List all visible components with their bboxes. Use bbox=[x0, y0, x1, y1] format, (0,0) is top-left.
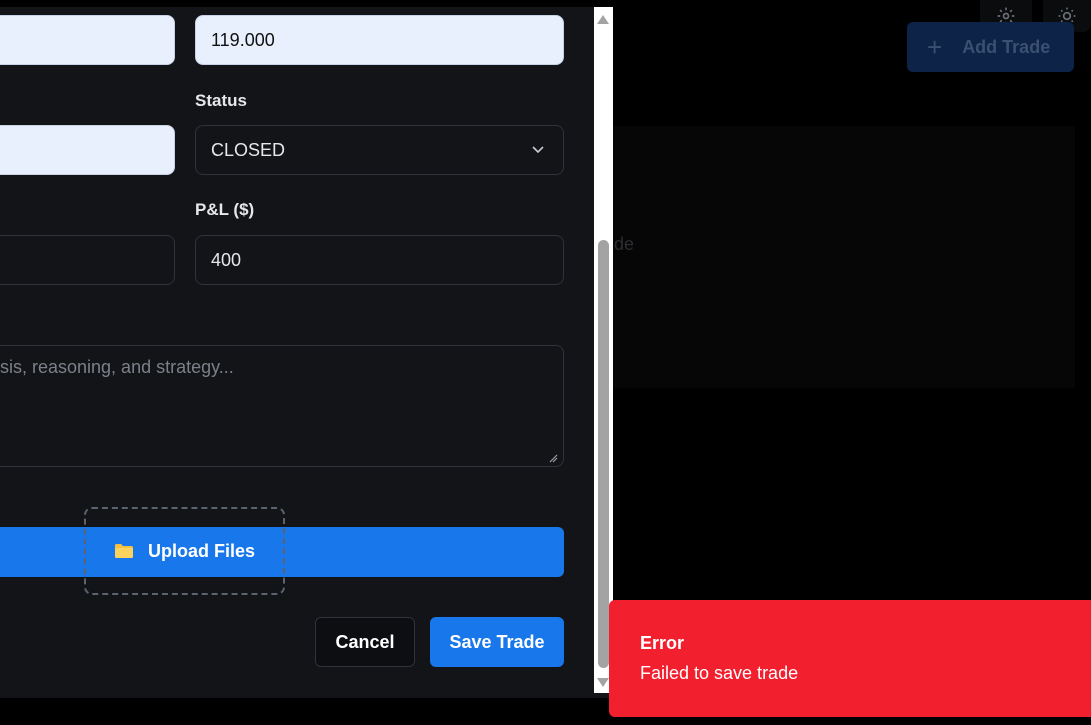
chevron-down-icon bbox=[532, 146, 544, 154]
exit-price-input[interactable]: 119.000 bbox=[195, 15, 564, 65]
toast-title: Error bbox=[640, 633, 685, 653]
pnl-value: 400 bbox=[211, 249, 242, 270]
save-trade-button[interactable]: Save Trade bbox=[430, 617, 564, 667]
add-trade-button[interactable]: + Add Trade bbox=[907, 22, 1074, 72]
cancel-button[interactable]: Cancel bbox=[315, 617, 415, 667]
app-root: + Add Trade de 119.000 Status CLOSED P&L… bbox=[0, 0, 1091, 725]
upload-files-label: Upload Files bbox=[147, 540, 255, 561]
add-trade-label: Add Trade bbox=[962, 36, 1051, 57]
scroll-up-arrow-icon[interactable] bbox=[597, 15, 609, 24]
status-label: Status bbox=[195, 91, 247, 110]
trade-form-modal: 119.000 Status CLOSED P&L ($) 400 sis, r… bbox=[0, 7, 612, 698]
pnl-input[interactable]: 400 bbox=[195, 235, 564, 285]
error-toast: Error Failed to save trade bbox=[609, 600, 1091, 717]
status-select[interactable]: CLOSED bbox=[195, 125, 564, 175]
entry-price-input[interactable] bbox=[0, 15, 175, 65]
pnl-label: P&L ($) bbox=[195, 200, 255, 219]
scrollbar-thumb[interactable] bbox=[598, 240, 609, 668]
exit-price-value: 119.000 bbox=[211, 29, 275, 50]
toast-message: Failed to save trade bbox=[640, 663, 799, 683]
upload-drop-zone[interactable]: Upload Files bbox=[84, 507, 285, 595]
notes-placeholder: sis, reasoning, and strategy... bbox=[0, 357, 234, 377]
plus-icon: + bbox=[927, 32, 943, 62]
status-value: CLOSED bbox=[211, 139, 286, 160]
fees-input[interactable] bbox=[0, 235, 175, 285]
modal-scrollbar[interactable] bbox=[594, 7, 613, 693]
background-card bbox=[610, 126, 1075, 388]
scroll-down-arrow-icon[interactable] bbox=[597, 678, 609, 687]
quantity-input[interactable] bbox=[0, 125, 175, 175]
background-partial-text: de bbox=[614, 234, 635, 254]
folder-icon bbox=[114, 544, 133, 558]
resize-handle-icon[interactable] bbox=[549, 454, 558, 463]
